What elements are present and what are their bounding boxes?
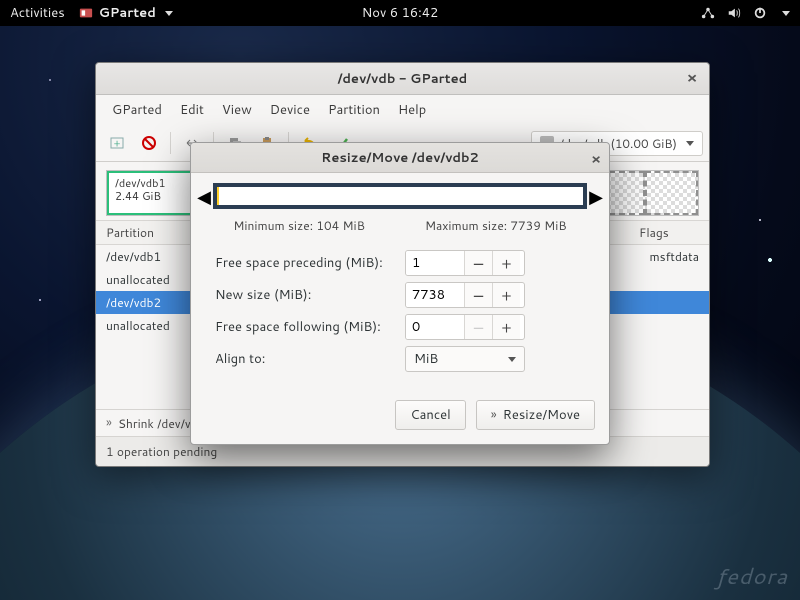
following-label: Free space following (MiB): (215, 318, 405, 336)
app-menu[interactable]: GParted (79, 4, 173, 22)
fedora-watermark: fedora (716, 561, 788, 592)
menu-partition[interactable]: Partition (320, 99, 388, 121)
dialog-buttons: Cancel » Resize/Move (191, 390, 609, 444)
max-size-label: Maximum size: 7739 MiB (425, 217, 567, 234)
delete-button[interactable] (134, 129, 164, 157)
stepper-plus[interactable]: + (492, 251, 520, 275)
menu-gparted[interactable]: GParted (104, 99, 170, 121)
close-icon[interactable]: × (683, 70, 701, 88)
slider-fill (217, 187, 219, 205)
size-limits: Minimum size: 104 MiB Maximum size: 7739… (191, 213, 609, 244)
min-size-label: Minimum size: 104 MiB (233, 217, 365, 234)
stepper-plus[interactable]: + (492, 283, 520, 307)
window-titlebar[interactable]: /dev/vdb - GParted × (96, 63, 709, 95)
chevron-down-icon (686, 141, 694, 146)
newsize-label: New size (MiB): (215, 286, 405, 304)
svg-text:+: + (114, 137, 121, 151)
clock[interactable]: Nov 6 16:42 (362, 4, 439, 22)
partition-slider: ◀ ▶ (191, 173, 609, 213)
power-icon[interactable] (753, 6, 767, 20)
window-title: /dev/vdb - GParted (338, 70, 468, 88)
align-value: MiB (414, 350, 438, 368)
dialog-form: Free space preceding (MiB): − + New size… (191, 250, 609, 390)
stepper-minus[interactable]: − (464, 251, 492, 275)
following-stepper[interactable]: − + (405, 314, 525, 340)
new-partition-button[interactable]: + (102, 129, 132, 157)
chevron-down-icon (782, 11, 790, 16)
slider-track[interactable] (213, 183, 587, 209)
chevron-down-icon (165, 11, 173, 16)
chevron-down-icon (508, 357, 516, 362)
close-icon[interactable]: × (591, 149, 601, 169)
network-icon[interactable] (701, 6, 715, 20)
preceding-stepper[interactable]: − + (405, 250, 525, 276)
preceding-input[interactable] (406, 251, 464, 275)
align-label: Align to: (215, 350, 405, 368)
stepper-minus: − (464, 315, 492, 339)
newsize-stepper[interactable]: − + (405, 282, 525, 308)
stepper-minus[interactable]: − (464, 283, 492, 307)
resize-move-dialog: Resize/Move /dev/vdb2 × ◀ ▶ Minimum size… (190, 142, 610, 445)
following-input[interactable] (406, 315, 464, 339)
col-flags[interactable]: Flags (639, 224, 699, 241)
activities-button[interactable]: Activities (10, 4, 65, 22)
newsize-input[interactable] (406, 283, 464, 307)
menu-edit[interactable]: Edit (172, 99, 212, 121)
chevron-right-icon: » (106, 414, 112, 432)
menu-device[interactable]: Device (262, 99, 318, 121)
dialog-title: Resize/Move /dev/vdb2 (321, 149, 479, 167)
preceding-label: Free space preceding (MiB): (215, 254, 405, 272)
cancel-button[interactable]: Cancel (395, 400, 465, 430)
menu-help[interactable]: Help (390, 99, 434, 121)
status-text: 1 operation pending (106, 443, 217, 460)
menu-view[interactable]: View (214, 99, 260, 121)
chevron-right-icon: » (491, 406, 497, 424)
stepper-plus[interactable]: + (492, 315, 520, 339)
menubar: GParted Edit View Device Partition Help (96, 95, 709, 125)
resize-move-button[interactable]: » Resize/Move (476, 400, 595, 430)
align-select[interactable]: MiB (405, 346, 525, 372)
disk-segment-unallocated[interactable] (645, 171, 698, 215)
arrow-left-icon[interactable]: ◀ (197, 183, 211, 209)
arrow-right-icon[interactable]: ▶ (589, 183, 603, 209)
gnome-topbar: Activities GParted Nov 6 16:42 (0, 0, 800, 26)
volume-icon[interactable] (727, 6, 741, 20)
dialog-titlebar[interactable]: Resize/Move /dev/vdb2 × (191, 143, 609, 173)
gparted-app-icon (79, 6, 93, 20)
